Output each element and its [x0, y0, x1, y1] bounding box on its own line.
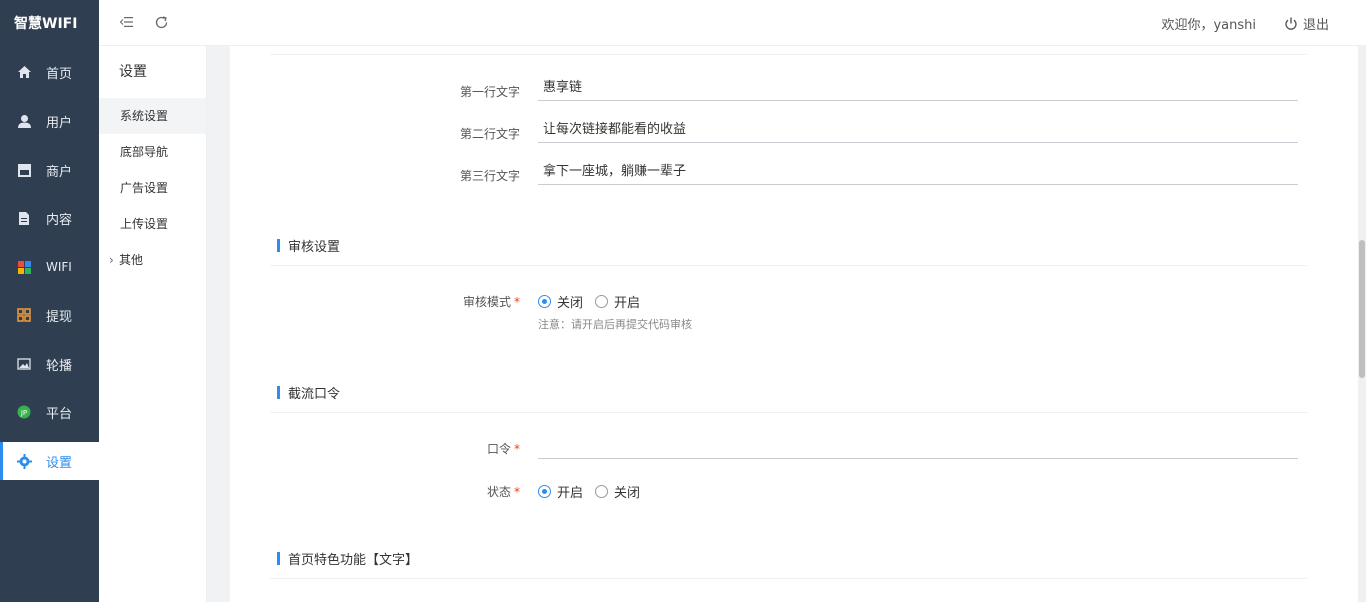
- label-text: 状态: [486, 485, 511, 499]
- audit-mode-on-radio[interactable]: 开启: [595, 292, 640, 311]
- line3-label: 第三行文字: [459, 169, 520, 183]
- radio-label: 关闭: [614, 486, 641, 501]
- svg-text:JP: JP: [20, 409, 27, 417]
- submenu-item-ads[interactable]: 广告设置: [99, 170, 206, 206]
- radio-label: 关闭: [557, 296, 584, 311]
- divider: [270, 578, 1307, 579]
- submenu-item-label: 其他: [119, 253, 144, 267]
- submenu-item-other[interactable]: › 其他: [99, 242, 206, 278]
- password-input[interactable]: [538, 433, 1298, 459]
- intercept-section-title: 截流口令: [277, 383, 340, 402]
- submenu-title: 设置: [119, 64, 147, 80]
- required-marker: *: [514, 295, 520, 309]
- settings-form: 第一行文字 惠享链 第二行文字 让每次链接都能看的收益 第三行文字 拿下一座城，…: [230, 46, 1360, 602]
- sidebar-item-settings[interactable]: 设置: [0, 442, 99, 480]
- sidebar-item-label: 内容: [46, 212, 73, 228]
- radio-dot: [538, 485, 551, 498]
- divider: [270, 412, 1307, 413]
- collapse-menu-icon[interactable]: [119, 14, 135, 30]
- sidebar-item-label: 轮播: [46, 358, 73, 374]
- store-icon: [16, 162, 32, 178]
- audit-mode-off-radio[interactable]: 关闭: [538, 292, 583, 311]
- status-radio-group: 开启 关闭: [538, 482, 652, 501]
- sidebar-item-wifi[interactable]: WIFI: [0, 248, 99, 286]
- sidebar-item-label: 平台: [46, 406, 73, 422]
- sidebar-item-label: 提现: [46, 309, 73, 325]
- sidebar-item-label: 用户: [46, 115, 73, 131]
- feature-section-title: 首页特色功能【文字】: [277, 549, 418, 568]
- line1-label: 第一行文字: [459, 85, 520, 99]
- home-icon: [16, 64, 32, 80]
- wifi-tiles-icon: [16, 259, 32, 275]
- sidebar-item-label: 商户: [46, 164, 73, 180]
- sidebar-item-label: 首页: [46, 66, 73, 82]
- section-marker: [277, 552, 280, 565]
- section-title-text: 审核设置: [288, 240, 341, 255]
- top-bar: 欢迎你，yanshi 退出: [99, 0, 1366, 46]
- divider: [270, 54, 1307, 55]
- sidebar-item-withdraw[interactable]: 提现: [0, 296, 99, 334]
- user-icon: [16, 113, 32, 129]
- line2-input[interactable]: 让每次链接都能看的收益: [538, 117, 1298, 143]
- sidebar-item-carousel[interactable]: 轮播: [0, 345, 99, 383]
- gear-icon: [16, 453, 32, 469]
- radio-dot: [595, 295, 609, 308]
- section-title-text: 首页特色功能【文字】: [288, 553, 419, 568]
- main-sidebar: 智慧WIFI 首页 用户 商户 内容 WIFI 提现 轮播 JP 平台 设置: [0, 0, 99, 602]
- welcome-text: 欢迎你，yanshi: [1161, 18, 1256, 33]
- divider: [270, 265, 1307, 266]
- required-marker: *: [514, 442, 520, 456]
- status-off-radio[interactable]: 关闭: [595, 482, 640, 501]
- label-text: 口令: [486, 442, 511, 456]
- radio-label: 开启: [557, 486, 584, 501]
- radio-label: 开启: [614, 296, 641, 311]
- brand-logo: 智慧WIFI: [14, 16, 78, 32]
- section-marker: [277, 386, 280, 399]
- status-label: 状态 *: [330, 483, 520, 500]
- settings-submenu: 设置 系统设置 底部导航 广告设置 上传设置 › 其他: [99, 46, 207, 602]
- sidebar-item-content[interactable]: 内容: [0, 199, 99, 237]
- submenu-item-bottom-nav[interactable]: 底部导航: [99, 134, 206, 170]
- content-gutter: [207, 46, 230, 602]
- power-icon: [1284, 17, 1298, 31]
- audit-mode-label: 审核模式 *: [330, 293, 520, 310]
- submenu-item-system[interactable]: 系统设置: [99, 98, 206, 134]
- section-marker: [277, 239, 280, 252]
- sidebar-item-home[interactable]: 首页: [0, 53, 99, 91]
- required-marker: *: [514, 485, 520, 499]
- platform-icon: JP: [16, 404, 32, 420]
- line1-input[interactable]: 惠享链: [538, 75, 1298, 101]
- logout-label: 退出: [1302, 18, 1329, 33]
- logout-button[interactable]: 退出: [1284, 14, 1329, 33]
- audit-section-title: 审核设置: [277, 236, 340, 255]
- sidebar-item-store[interactable]: 商户: [0, 151, 99, 189]
- grid-icon: [16, 307, 32, 323]
- line2-label: 第二行文字: [459, 127, 520, 141]
- radio-dot: [538, 295, 551, 308]
- chevron-right-icon: ›: [109, 253, 114, 267]
- sidebar-item-label: WIFI: [46, 260, 72, 274]
- scrollbar-thumb[interactable]: [1359, 240, 1365, 378]
- refresh-icon[interactable]: [153, 14, 169, 30]
- section-title-text: 截流口令: [288, 387, 341, 402]
- password-label: 口令 *: [330, 440, 520, 457]
- audit-hint: 注意：请开启后再提交代码审核: [538, 318, 692, 331]
- label-text: 审核模式: [462, 295, 511, 309]
- image-icon: [16, 356, 32, 372]
- submenu-item-upload[interactable]: 上传设置: [99, 206, 206, 242]
- sidebar-item-user[interactable]: 用户: [0, 102, 99, 140]
- line3-input[interactable]: 拿下一座城，躺赚一辈子: [538, 159, 1298, 185]
- audit-mode-radio-group: 关闭 开启: [538, 292, 652, 311]
- radio-dot: [595, 485, 609, 498]
- sidebar-item-label: 设置: [46, 455, 73, 471]
- sidebar-item-platform[interactable]: JP 平台: [0, 393, 99, 431]
- status-on-radio[interactable]: 开启: [538, 482, 583, 501]
- document-icon: [16, 210, 32, 226]
